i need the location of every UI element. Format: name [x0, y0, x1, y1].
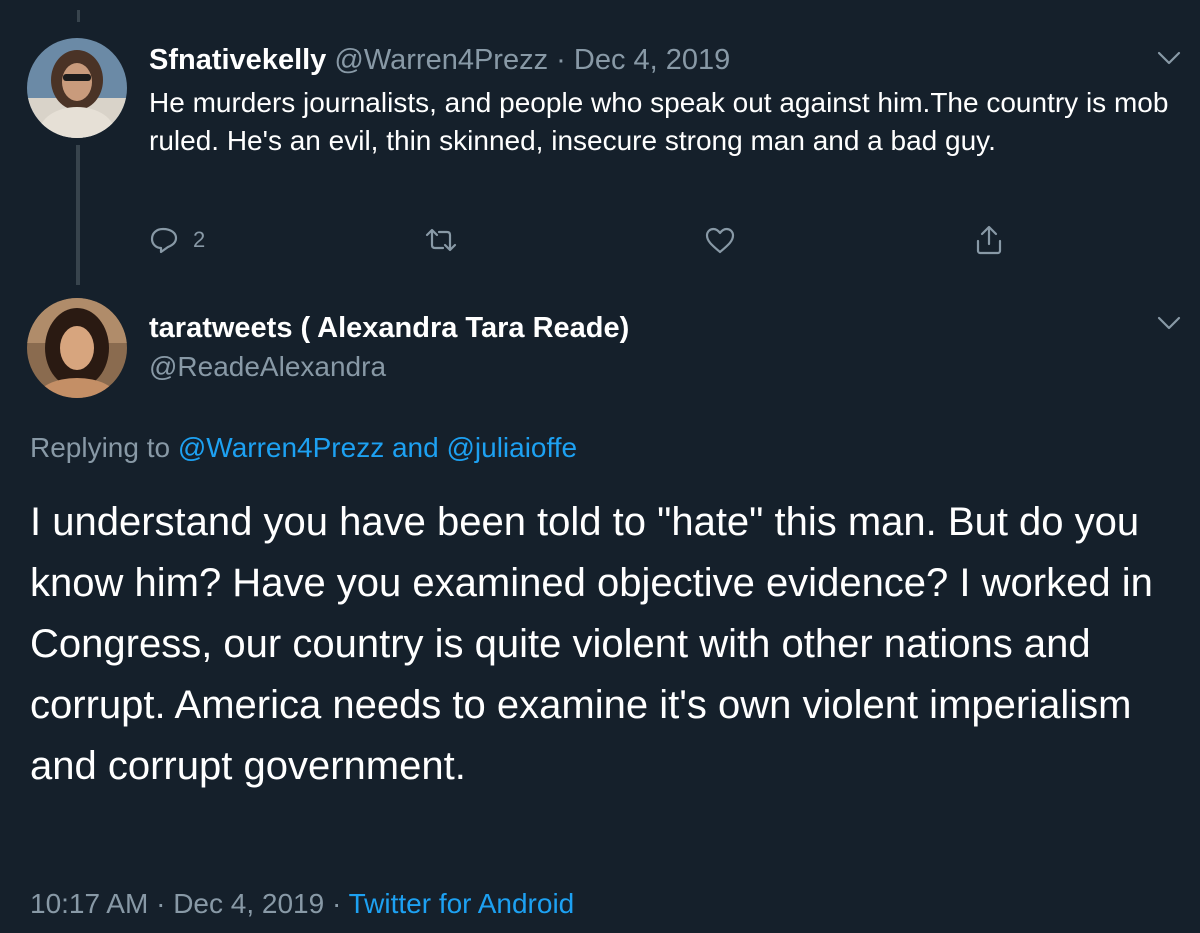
display-name[interactable]: Sfnativekelly: [149, 44, 326, 76]
like-button[interactable]: [704, 220, 736, 260]
avatar[interactable]: [27, 38, 127, 138]
tweet-text: I understand you have been told to "hate…: [30, 500, 1153, 788]
separator: ·: [156, 888, 166, 919]
replying-to: Replying to @Warren4Prezz and @juliaioff…: [30, 428, 577, 468]
reply-count: 2: [193, 227, 206, 252]
separator: ·: [331, 888, 342, 919]
tweet-time[interactable]: 10:17 AM: [30, 888, 148, 919]
tweet-text: He murders journalists, and people who s…: [149, 87, 1169, 156]
replying-and[interactable]: and: [392, 432, 439, 463]
chevron-down-icon[interactable]: [1156, 50, 1182, 66]
mention-link[interactable]: @juliaioffe: [446, 432, 577, 463]
retweet-button[interactable]: [424, 220, 458, 260]
share-icon: [976, 225, 1002, 255]
retweet-icon: [425, 228, 457, 252]
avatar[interactable]: [27, 298, 127, 398]
handle[interactable]: @Warren4Prezz: [334, 44, 548, 76]
replying-prefix: Replying to: [30, 432, 171, 463]
share-button[interactable]: [974, 220, 1004, 260]
tweet-date[interactable]: Dec 4, 2019: [574, 44, 730, 76]
mention-link[interactable]: @Warren4Prezz: [178, 432, 384, 463]
handle[interactable]: @ReadeAlexandra: [149, 347, 386, 387]
tweet-footer: 10:17 AM · Dec 4, 2019 · Twitter for And…: [30, 884, 574, 924]
thread-line: [76, 145, 80, 285]
tweet-actions: 2: [149, 220, 1029, 260]
chevron-down-icon[interactable]: [1156, 315, 1182, 331]
thread-line-top: [77, 10, 80, 22]
separator: ·: [556, 44, 566, 76]
tweet-header: Sfnativekelly @Warren4Prezz · Dec 4, 201…: [149, 40, 730, 80]
tweet-thread: Sfnativekelly @Warren4Prezz · Dec 4, 201…: [0, 0, 1200, 933]
display-name[interactable]: taratweets ( Alexandra Tara Reade): [149, 308, 629, 348]
like-icon: [705, 227, 735, 254]
tweet-source[interactable]: Twitter for Android: [349, 888, 575, 919]
tweet-date[interactable]: Dec 4, 2019: [173, 888, 324, 919]
reply-icon: [150, 227, 178, 254]
reply-button[interactable]: 2: [149, 220, 205, 260]
